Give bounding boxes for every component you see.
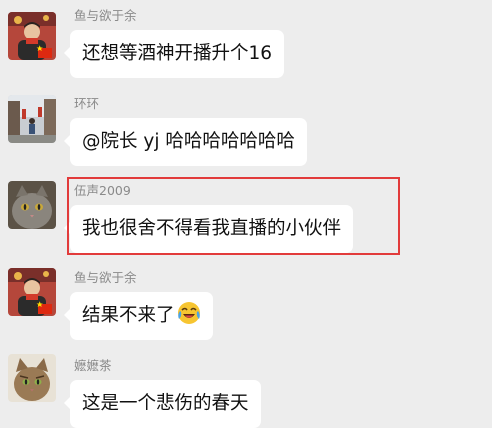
sender-name: 环环 <box>74 96 100 111</box>
message-bubble[interactable]: 还想等酒神开播升个16 <box>63 30 285 78</box>
highlight-box <box>67 177 400 255</box>
message-bubble[interactable]: @院长 yj 哈哈哈哈哈哈哈 <box>64 118 307 166</box>
avatar[interactable] <box>8 268 56 316</box>
sender-name: 鱼与欲于余 <box>74 270 137 285</box>
message-text: 还想等酒神开播升个16 <box>82 43 273 64</box>
message-text: 结果不来了 <box>82 305 175 326</box>
message-text: @院长 yj 哈哈哈哈哈哈哈 <box>82 131 295 152</box>
message-text: 这是一个悲伤的春天 <box>82 393 249 414</box>
message-bubble[interactable]: 这是一个悲伤的春天 <box>64 380 261 428</box>
avatar[interactable] <box>8 354 56 402</box>
message-bubble[interactable]: 结果不来了 <box>64 292 213 340</box>
avatar[interactable] <box>8 181 56 229</box>
avatar[interactable] <box>8 95 56 143</box>
sender-name: 嬷嬷茶 <box>74 358 112 373</box>
sender-name: 鱼与欲于余 <box>74 8 137 23</box>
avatar[interactable] <box>8 12 56 60</box>
crying-laughing-emoji-icon <box>177 302 200 324</box>
